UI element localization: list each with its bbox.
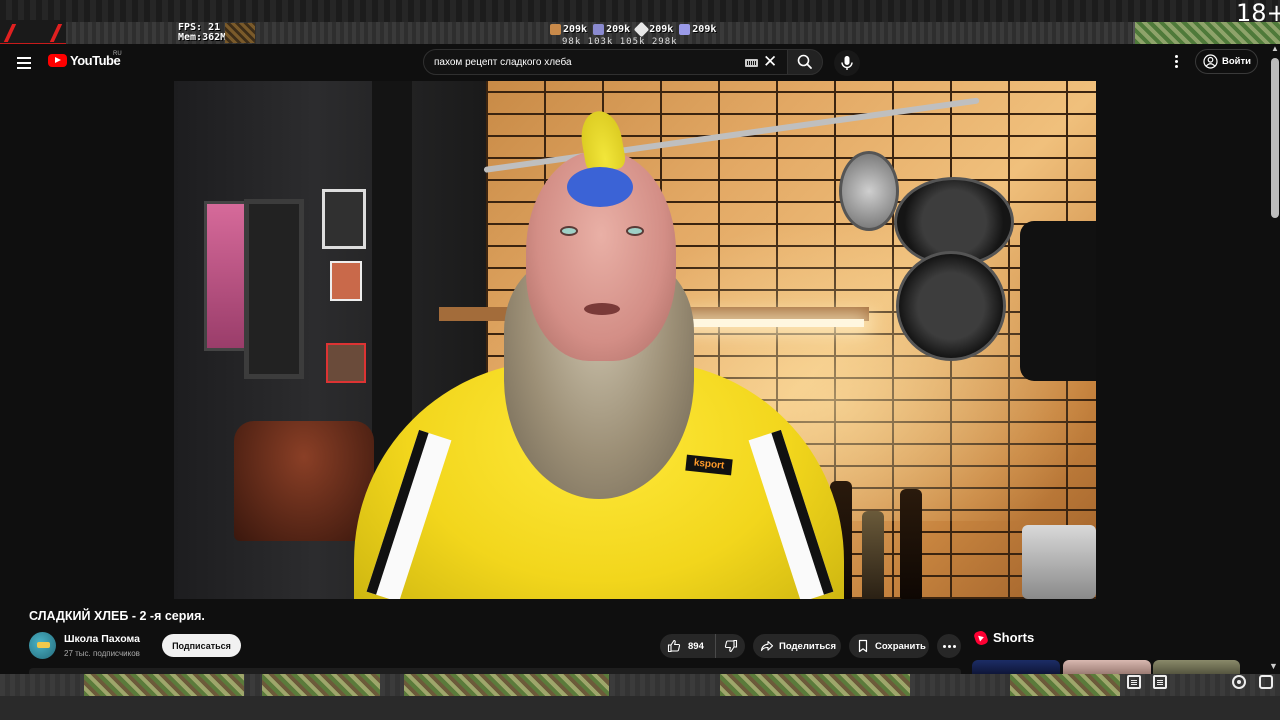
hamburger-menu-icon[interactable] [13,54,35,72]
short-thumbnail[interactable] [1063,660,1151,674]
resource-crystal: 209k [633,21,674,38]
video-person-mouth [584,303,620,315]
resource-ore: 209k [679,24,716,35]
signin-button[interactable]: Войти [1195,49,1258,74]
clear-search-icon[interactable]: ✕ [763,53,777,71]
video-scene-grill-pan [1020,221,1096,381]
search-input[interactable] [434,50,734,74]
game-bottom-bar [0,696,1280,720]
resource-stone: 209k [593,24,630,35]
video-player[interactable]: ksport [174,81,1096,599]
microphone-icon [841,56,853,70]
like-dislike-group: 894 [660,634,745,658]
game-map-strip [262,674,380,696]
game-map-strip [1010,674,1120,696]
clipboard-icon[interactable] [1127,675,1141,689]
video-scene-ladle [839,151,899,231]
like-count: 894 [688,640,704,652]
keyboard-icon[interactable] [745,59,758,67]
resource-wood: 209k [550,24,587,35]
video-scene-pan [896,251,1006,361]
subscriber-count: 27 тыс. подписчиков [64,649,140,658]
video-scene-bottles [828,467,948,599]
search-box: ✕ [423,49,788,75]
account-icon [1203,54,1218,69]
video-scene-poster [204,201,248,351]
save-label: Сохранить [875,640,926,652]
search-icon [797,54,812,69]
resource-counters: 209k 209k 209k 209k [550,21,716,38]
game-overlay-top [0,0,1280,22]
notes-icon[interactable] [1153,675,1167,689]
more-options-icon[interactable] [1168,53,1184,73]
signin-label: Войти [1222,56,1251,67]
like-button[interactable]: 894 [660,634,716,658]
video-person-blue-spot [567,167,633,207]
wood-icon [550,24,561,35]
dislike-button[interactable] [716,634,745,658]
search-button[interactable] [787,49,823,75]
video-scene-mirror [244,199,304,379]
game-map-strip [404,674,609,696]
scrollbar-thumb[interactable] [1271,58,1279,218]
resource-value: 209k [606,24,631,35]
video-scene-pot [1022,525,1096,599]
logo-region: RU [113,51,122,57]
share-button[interactable]: Поделиться [753,634,841,658]
channel-name[interactable]: Школа Пахома [64,633,140,645]
shorts-header: Shorts [973,628,1035,647]
subscribe-button[interactable]: Подписаться [162,634,241,657]
short-thumbnail[interactable] [972,660,1060,674]
crystal-icon [633,21,650,38]
bookmark-icon [858,639,868,653]
share-icon [760,640,774,652]
age-rating-badge: 18+ [1236,0,1280,27]
record-icon[interactable] [1232,675,1246,689]
share-label: Поделиться [779,640,837,652]
channel-avatar[interactable] [29,632,56,659]
short-thumbnail[interactable] [1153,660,1240,674]
stone-icon [593,24,605,35]
video-scene-armchair [234,421,374,541]
settings-icon[interactable] [1259,675,1273,689]
game-map-strip [84,674,244,696]
more-actions-button[interactable] [937,634,961,658]
hud-decoration [225,23,255,43]
voice-search-button[interactable] [834,50,860,76]
shorts-icon [973,628,989,647]
save-button[interactable]: Сохранить [849,634,929,658]
thumbs-up-icon [667,639,681,653]
scroll-up-arrow-icon[interactable]: ▲ [1271,44,1279,53]
game-map-strip [720,674,910,696]
video-scene-frame [330,261,362,301]
ore-icon [679,24,691,35]
shorts-title: Shorts [993,630,1035,645]
video-person-eye [626,226,644,236]
video-title: СЛАДКИЙ ХЛЕБ - 2 -я серия. [29,609,205,623]
youtube-play-icon [48,54,67,67]
streamer-avatar [0,20,66,46]
video-person-eye [560,226,578,236]
resource-value: 209k [692,24,717,35]
thumbs-down-icon [724,639,737,653]
video-scene-frame [322,189,366,249]
resource-value: 209k [649,24,674,35]
scroll-down-arrow-icon[interactable]: ▼ [1269,661,1278,671]
youtube-header: YouTube RU ✕ Войти [0,44,1280,81]
video-scene-frame [326,343,366,383]
resource-value: 209k [563,24,588,35]
youtube-logo[interactable]: YouTube [48,53,121,68]
